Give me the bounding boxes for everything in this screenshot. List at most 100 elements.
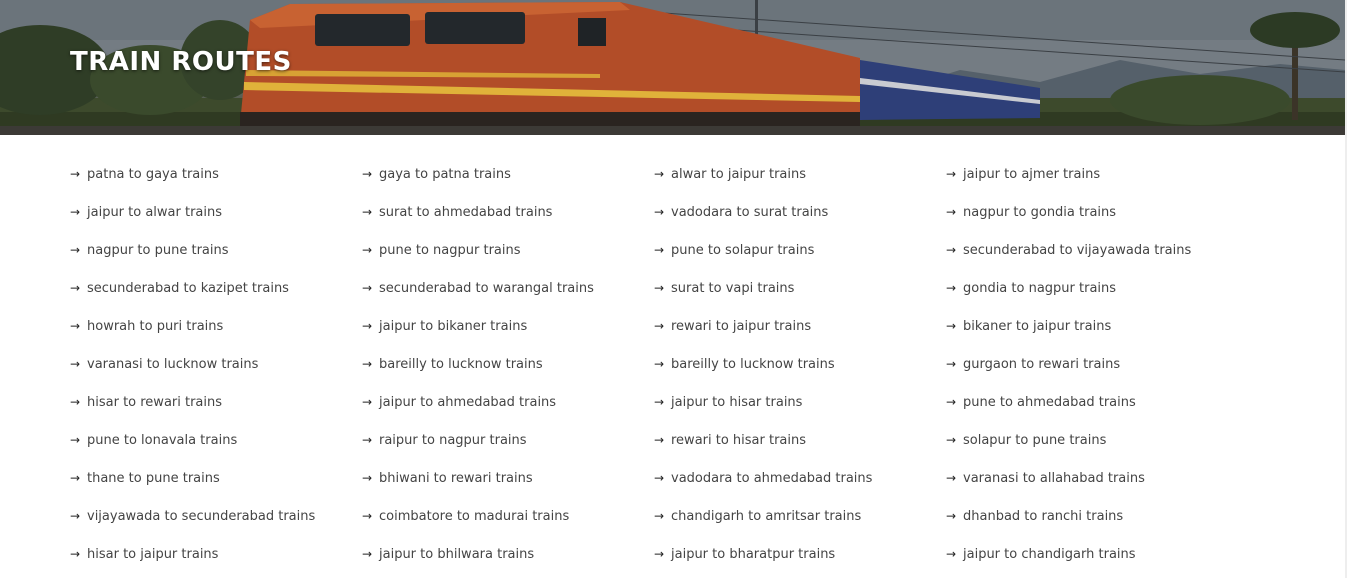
route-link[interactable]: → nagpur to pune trains (70, 231, 362, 269)
arrow-right-icon: → (362, 205, 373, 219)
arrow-right-icon: → (362, 509, 373, 523)
arrow-right-icon: → (946, 205, 957, 219)
route-link[interactable]: → jaipur to alwar trains (70, 193, 362, 231)
arrow-right-icon: → (362, 395, 373, 409)
route-link[interactable]: → howrah to puri trains (70, 307, 362, 345)
route-label: jaipur to hisar trains (671, 394, 803, 410)
arrow-right-icon: → (70, 205, 81, 219)
route-link[interactable]: → surat to ahmedabad trains (362, 193, 654, 231)
route-link[interactable]: → jaipur to bhilwara trains (362, 535, 654, 573)
arrow-right-icon: → (654, 547, 665, 561)
route-link[interactable]: → secunderabad to vijayawada trains (946, 231, 1238, 269)
arrow-right-icon: → (362, 547, 373, 561)
route-label: gondia to nagpur trains (963, 280, 1117, 296)
route-link[interactable]: → gurgaon to rewari trains (946, 345, 1238, 383)
route-link[interactable]: → pune to nagpur trains (362, 231, 654, 269)
route-link[interactable]: → jaipur to bikaner trains (362, 307, 654, 345)
route-link[interactable]: → rewari to hisar trains (654, 421, 946, 459)
route-label: surat to ahmedabad trains (379, 204, 553, 220)
route-link[interactable]: → jaipur to ahmedabad trains (362, 383, 654, 421)
route-link[interactable]: → vadodara to ahmedabad trains (654, 459, 946, 497)
route-link[interactable]: → nagpur to gondia trains (946, 193, 1238, 231)
route-link[interactable]: → thane to pune trains (70, 459, 362, 497)
arrow-right-icon: → (362, 433, 373, 447)
route-label: vijayawada to secunderabad trains (87, 508, 316, 524)
route-link[interactable]: → raipur to nagpur trains (362, 421, 654, 459)
route-label: bhiwani to rewari trains (379, 470, 533, 486)
hero-banner: TRAIN ROUTES (0, 0, 1345, 135)
route-label: gaya to patna trains (379, 166, 511, 182)
route-link[interactable]: → coimbatore to madurai trains (362, 497, 654, 535)
route-label: pune to nagpur trains (379, 242, 521, 258)
route-label: surat to vapi trains (671, 280, 795, 296)
route-link[interactable]: → alwar to jaipur trains (654, 155, 946, 193)
arrow-right-icon: → (946, 547, 957, 561)
route-link[interactable]: → jaipur to ajmer trains (946, 155, 1238, 193)
route-link[interactable]: → gaya to patna trains (362, 155, 654, 193)
arrow-right-icon: → (654, 167, 665, 181)
route-label: pune to lonavala trains (87, 432, 238, 448)
arrow-right-icon: → (654, 433, 665, 447)
arrow-right-icon: → (362, 243, 373, 257)
arrow-right-icon: → (654, 281, 665, 295)
route-link[interactable]: → chandigarh to amritsar trains (654, 497, 946, 535)
arrow-right-icon: → (946, 433, 957, 447)
route-link[interactable]: → gondia to nagpur trains (946, 269, 1238, 307)
arrow-right-icon: → (70, 319, 81, 333)
route-label: bareilly to lucknow trains (379, 356, 543, 372)
route-link[interactable]: → bhiwani to rewari trains (362, 459, 654, 497)
route-label: secunderabad to kazipet trains (87, 280, 289, 296)
route-link[interactable]: → dhanbad to ranchi trains (946, 497, 1238, 535)
train-routes-list: → patna to gaya trains → gaya to patna trai… (70, 155, 1238, 573)
route-label: jaipur to chandigarh trains (963, 546, 1136, 562)
route-link[interactable]: → jaipur to hisar trains (654, 383, 946, 421)
route-link[interactable]: → rewari to jaipur trains (654, 307, 946, 345)
route-link[interactable]: → varanasi to lucknow trains (70, 345, 362, 383)
arrow-right-icon: → (654, 319, 665, 333)
arrow-right-icon: → (946, 509, 957, 523)
route-label: jaipur to bikaner trains (379, 318, 528, 334)
route-link[interactable]: → jaipur to chandigarh trains (946, 535, 1238, 573)
route-link[interactable]: → vijayawada to secunderabad trains (70, 497, 362, 535)
route-link[interactable]: → surat to vapi trains (654, 269, 946, 307)
route-link[interactable]: → patna to gaya trains (70, 155, 362, 193)
route-label: bareilly to lucknow trains (671, 356, 835, 372)
arrow-right-icon: → (70, 243, 81, 257)
route-label: vadodara to ahmedabad trains (671, 470, 873, 486)
arrow-right-icon: → (946, 167, 957, 181)
route-label: howrah to puri trains (87, 318, 224, 334)
route-link[interactable]: → bareilly to lucknow trains (362, 345, 654, 383)
route-label: gurgaon to rewari trains (963, 356, 1121, 372)
route-link[interactable]: → secunderabad to kazipet trains (70, 269, 362, 307)
route-link[interactable]: → secunderabad to warangal trains (362, 269, 654, 307)
route-link[interactable]: → pune to solapur trains (654, 231, 946, 269)
route-label: solapur to pune trains (963, 432, 1107, 448)
arrow-right-icon: → (946, 319, 957, 333)
route-label: jaipur to ajmer trains (963, 166, 1101, 182)
route-label: vadodara to surat trains (671, 204, 829, 220)
route-label: nagpur to pune trains (87, 242, 229, 258)
route-link[interactable]: → solapur to pune trains (946, 421, 1238, 459)
route-label: pune to ahmedabad trains (963, 394, 1136, 410)
arrow-right-icon: → (654, 205, 665, 219)
route-link[interactable]: → bareilly to lucknow trains (654, 345, 946, 383)
route-link[interactable]: → hisar to jaipur trains (70, 535, 362, 573)
arrow-right-icon: → (70, 433, 81, 447)
route-label: coimbatore to madurai trains (379, 508, 570, 524)
arrow-right-icon: → (946, 357, 957, 371)
arrow-right-icon: → (946, 243, 957, 257)
route-link[interactable]: → bikaner to jaipur trains (946, 307, 1238, 345)
route-link[interactable]: → vadodara to surat trains (654, 193, 946, 231)
route-label: secunderabad to warangal trains (379, 280, 594, 296)
arrow-right-icon: → (70, 281, 81, 295)
arrow-right-icon: → (654, 357, 665, 371)
route-label: jaipur to ahmedabad trains (379, 394, 557, 410)
route-link[interactable]: → pune to ahmedabad trains (946, 383, 1238, 421)
route-link[interactable]: → pune to lonavala trains (70, 421, 362, 459)
route-link[interactable]: → hisar to rewari trains (70, 383, 362, 421)
route-link[interactable]: → varanasi to allahabad trains (946, 459, 1238, 497)
arrow-right-icon: → (654, 243, 665, 257)
arrow-right-icon: → (362, 281, 373, 295)
route-label: alwar to jaipur trains (671, 166, 807, 182)
route-link[interactable]: → jaipur to bharatpur trains (654, 535, 946, 573)
